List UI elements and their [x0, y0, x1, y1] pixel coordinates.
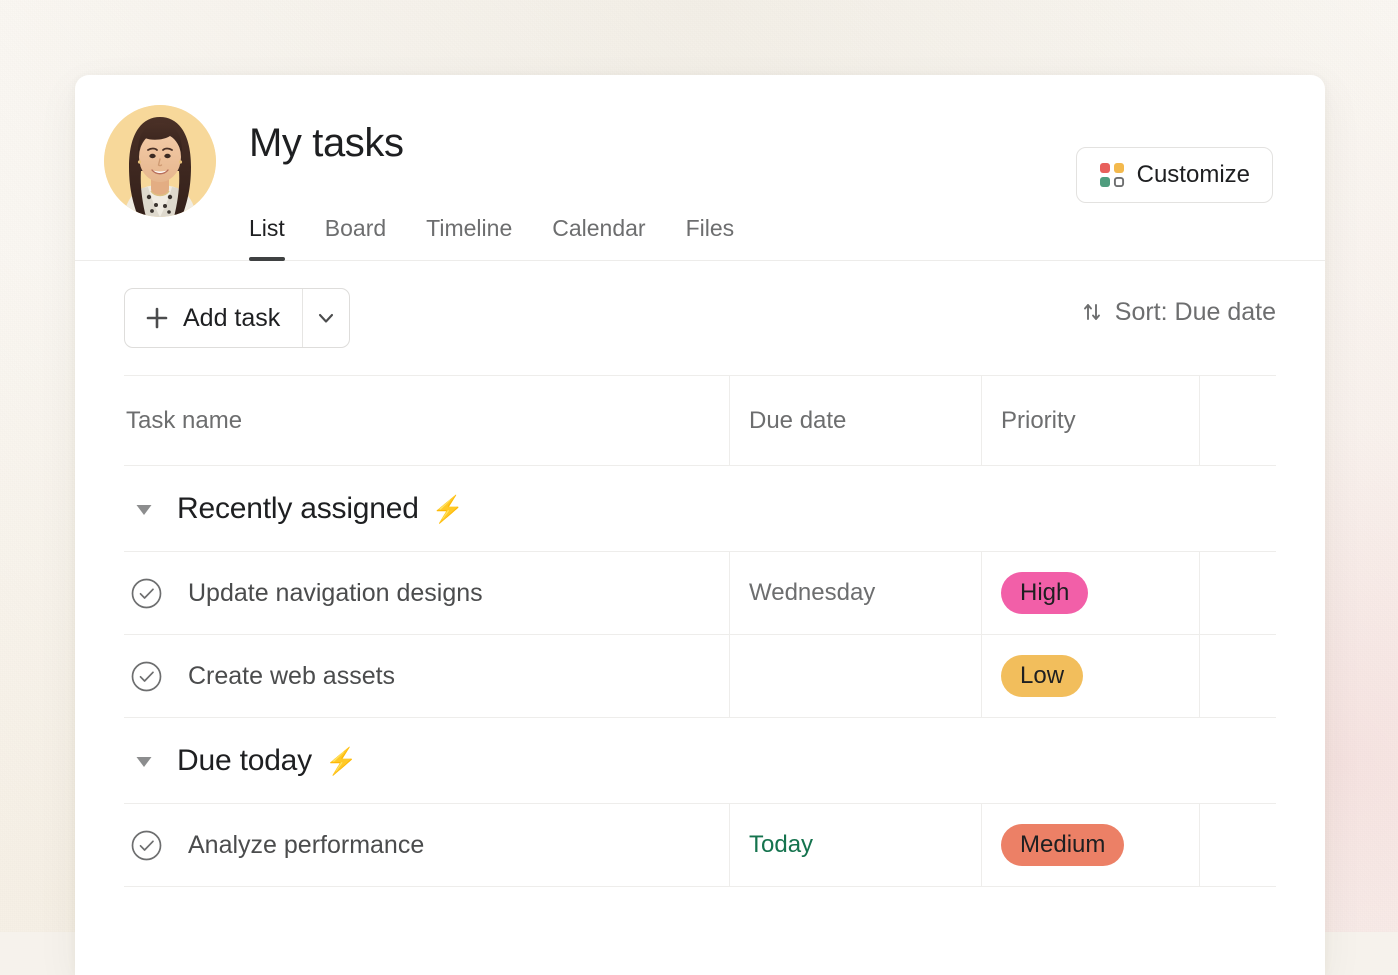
task-name: Update navigation designs [188, 578, 483, 608]
priority-badge-medium: Medium [1001, 824, 1124, 866]
add-task-button[interactable]: Add task [125, 289, 303, 347]
column-header-due-date-cell: Due date [729, 376, 981, 465]
tab-list[interactable]: List [249, 214, 285, 260]
lightning-bolt-icon: ⚡ [432, 494, 464, 524]
view-tabs: List Board Timeline Calendar Files [249, 214, 734, 260]
task-name-cell: Analyze performance [124, 804, 729, 886]
section-header-recently-assigned[interactable]: Recently assigned ⚡ [124, 466, 1276, 552]
column-header-due-date: Due date [749, 406, 846, 436]
toolbar: Add task Sort: Due date [75, 261, 1325, 375]
table-row[interactable]: Create web assets Low [124, 635, 1276, 718]
task-name: Create web assets [188, 661, 395, 691]
task-priority-cell[interactable]: Medium [981, 804, 1199, 886]
sort-label: Sort: Due date [1115, 297, 1276, 327]
column-header-task-name-cell: Task name [124, 376, 729, 465]
triangle-down-icon[interactable] [133, 750, 155, 772]
grid-squares-icon [1099, 162, 1125, 188]
section-title: Due today [177, 744, 312, 778]
customize-button[interactable]: Customize [1076, 147, 1273, 203]
column-header-task-name: Task name [126, 406, 242, 436]
task-name-cell: Update navigation designs [124, 552, 729, 634]
task-due-date-cell[interactable] [729, 635, 981, 717]
task-priority-cell[interactable]: High [981, 552, 1199, 634]
priority-badge-high: High [1001, 572, 1088, 614]
check-circle-icon[interactable] [131, 661, 162, 692]
customize-label: Customize [1137, 161, 1250, 189]
section-title: Recently assigned [177, 492, 419, 526]
column-header-add-field-cell[interactable] [1199, 376, 1276, 465]
task-due-date: Wednesday [749, 578, 875, 608]
task-extra-cell [1199, 804, 1276, 886]
sort-arrows-icon [1081, 301, 1103, 323]
plus-icon [145, 306, 169, 330]
add-task-label: Add task [183, 304, 280, 332]
priority-badge-low: Low [1001, 655, 1083, 697]
tab-timeline[interactable]: Timeline [426, 214, 512, 260]
section-header-due-today[interactable]: Due today ⚡ [124, 718, 1276, 804]
lightning-bolt-icon: ⚡ [325, 746, 357, 776]
task-name-cell: Create web assets [124, 635, 729, 717]
task-extra-cell [1199, 635, 1276, 717]
avatar[interactable] [104, 105, 216, 217]
task-due-date: Today [749, 830, 813, 860]
task-due-date-cell[interactable]: Wednesday [729, 552, 981, 634]
task-table: Task name Due date Priority Recently ass… [124, 375, 1276, 887]
column-header-priority: Priority [1001, 406, 1076, 436]
add-task-dropdown-button[interactable] [303, 289, 349, 347]
sort-button[interactable]: Sort: Due date [1081, 297, 1276, 327]
table-row[interactable]: Update navigation designs Wednesday High [124, 552, 1276, 635]
triangle-down-icon[interactable] [133, 498, 155, 520]
avatar-portrait-icon [104, 105, 216, 217]
check-circle-icon[interactable] [131, 830, 162, 861]
tab-files[interactable]: Files [686, 214, 735, 260]
my-tasks-card: My tasks List Board Timeline Calendar Fi… [75, 75, 1325, 975]
table-row[interactable]: Analyze performance Today Medium [124, 804, 1276, 887]
column-header-priority-cell: Priority [981, 376, 1199, 465]
add-task-group: Add task [124, 288, 350, 348]
task-due-date-cell[interactable]: Today [729, 804, 981, 886]
chevron-down-icon [316, 308, 336, 328]
page-title: My tasks [249, 120, 404, 166]
task-extra-cell [1199, 552, 1276, 634]
card-header: My tasks List Board Timeline Calendar Fi… [75, 75, 1325, 261]
title-block: My tasks [249, 120, 404, 166]
tab-board[interactable]: Board [325, 214, 386, 260]
task-name: Analyze performance [188, 830, 424, 860]
tab-calendar[interactable]: Calendar [552, 214, 645, 260]
check-circle-icon[interactable] [131, 578, 162, 609]
table-header-row: Task name Due date Priority [124, 376, 1276, 466]
task-priority-cell[interactable]: Low [981, 635, 1199, 717]
